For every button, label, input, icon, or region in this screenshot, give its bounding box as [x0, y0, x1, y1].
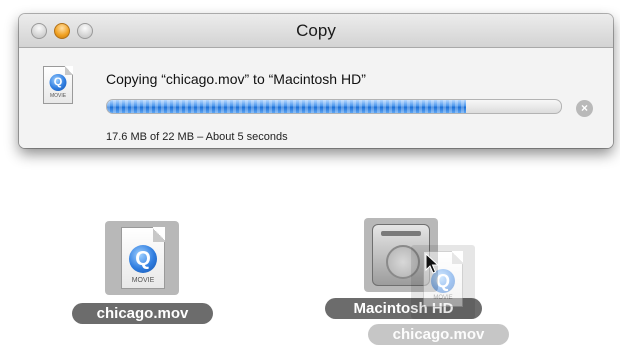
quicktime-movie-icon: Q MOVIE: [121, 227, 165, 289]
movie-type-label: MOVIE: [433, 295, 453, 301]
desktop-file-chicago[interactable]: Q MOVIE: [105, 221, 179, 295]
movie-logo: Q: [129, 245, 157, 273]
movie-type-label: MOVIE: [49, 93, 67, 99]
copy-status-text: Copying “chicago.mov” to “Macintosh HD”: [106, 71, 366, 87]
mouse-pointer-icon: [425, 253, 439, 274]
window-title: Copy: [296, 21, 336, 40]
drag-ghost-file: Q MOVIE: [411, 245, 475, 319]
copy-window: Copy Q MOVIE Copying “chicago.mov” to “M…: [19, 14, 613, 148]
title-bar[interactable]: Copy: [19, 14, 613, 48]
stop-x-icon[interactable]: ×: [576, 100, 593, 117]
copy-progress-bar: [106, 99, 562, 114]
file-name-label[interactable]: chicago.mov: [72, 303, 213, 324]
copy-content: Q MOVIE Copying “chicago.mov” to “Macint…: [19, 48, 613, 148]
size-status-text: 17.6 MB of 22 MB – About 5 seconds: [106, 131, 288, 143]
progress-fill: [107, 100, 466, 113]
movie-logo: Q: [49, 74, 67, 91]
drag-ghost-label: chicago.mov: [368, 324, 509, 345]
movie-type-label: MOVIE: [131, 277, 155, 284]
quicktime-movie-icon: Q MOVIE: [43, 66, 73, 104]
